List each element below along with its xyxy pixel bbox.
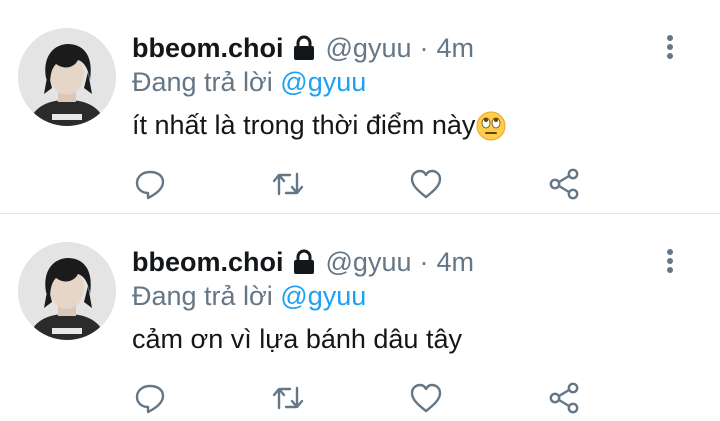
timestamp[interactable]: 4m (436, 247, 474, 278)
reply-icon[interactable] (132, 166, 168, 202)
reply-prefix: Đang trả lời (132, 281, 273, 311)
tweet-text-content: cảm ơn vì lựa bánh dâu tây (132, 324, 462, 354)
share-icon[interactable] (546, 166, 582, 202)
reply-prefix: Đang trả lời (132, 67, 273, 97)
handle[interactable]: @gyuu (326, 247, 412, 278)
tweet-actions (0, 166, 720, 202)
tweet-text: cảm ơn vì lựa bánh dâu tây (132, 324, 462, 355)
like-icon[interactable] (408, 380, 444, 416)
tweet-text-content: ít nhất là trong thời điểm này (132, 110, 476, 140)
retweet-icon[interactable] (270, 166, 306, 202)
more-options-icon[interactable] (658, 246, 682, 276)
retweet-icon[interactable] (270, 380, 306, 416)
lock-icon (292, 35, 316, 61)
display-name[interactable]: bbeom.choi (132, 33, 284, 64)
reply-icon[interactable] (132, 380, 168, 416)
display-name[interactable]: bbeom.choi (132, 247, 284, 278)
separator: · (419, 32, 429, 63)
like-icon[interactable] (408, 166, 444, 202)
reply-context: Đang trả lời @gyuu (132, 281, 366, 312)
more-options-icon[interactable] (658, 32, 682, 62)
avatar[interactable] (18, 28, 116, 126)
tweet-header: bbeom.choi @gyuu · 4m (132, 30, 474, 66)
tweet[interactable]: bbeom.choi @gyuu · 4m Đang trả lời @gyuu… (0, 0, 720, 200)
face-with-rolling-eyes-icon (476, 111, 506, 141)
share-icon[interactable] (546, 380, 582, 416)
separator: · (419, 246, 429, 277)
timestamp[interactable]: 4m (436, 33, 474, 64)
reply-handle-link[interactable]: @gyuu (280, 281, 366, 311)
lock-icon (292, 249, 316, 275)
reply-context: Đang trả lời @gyuu (132, 67, 366, 98)
tweet-text: ít nhất là trong thời điểm này (132, 110, 506, 141)
tweet-actions (0, 380, 720, 416)
tweet-header: bbeom.choi @gyuu · 4m (132, 244, 474, 280)
avatar[interactable] (18, 242, 116, 340)
tweet[interactable]: bbeom.choi @gyuu · 4m Đang trả lời @gyuu… (0, 214, 720, 414)
handle[interactable]: @gyuu (326, 33, 412, 64)
avatar-image (18, 28, 116, 126)
reply-handle-link[interactable]: @gyuu (280, 67, 366, 97)
avatar-image (18, 242, 116, 340)
